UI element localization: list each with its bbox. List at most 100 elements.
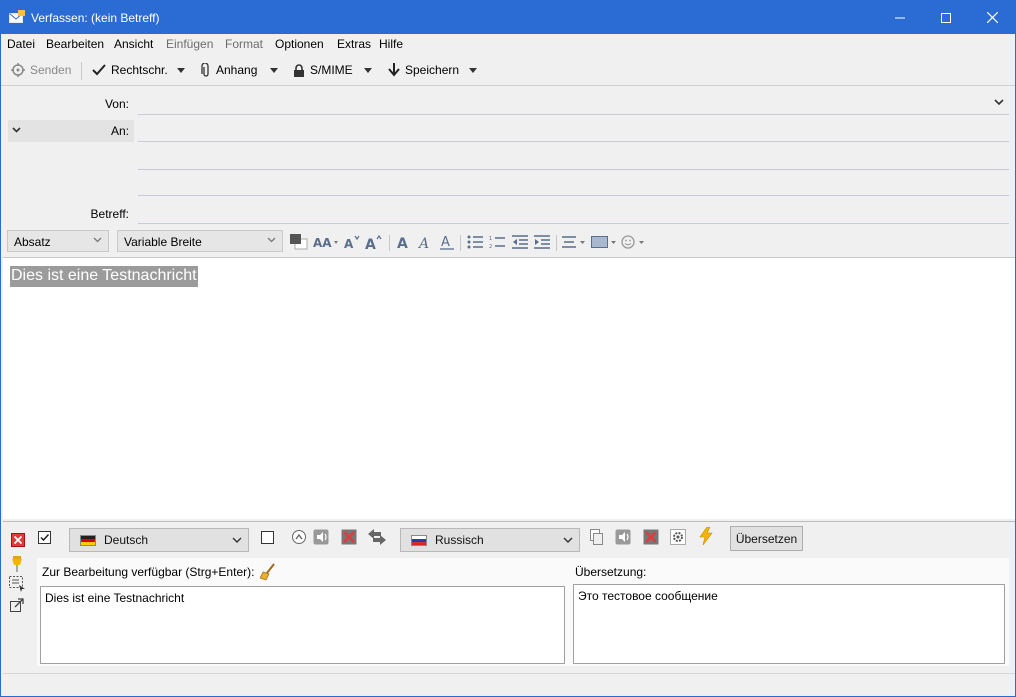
history-up-button[interactable] — [290, 528, 308, 546]
open-external-button[interactable] — [8, 596, 26, 614]
svg-text:A: A — [365, 237, 376, 250]
menu-einfuegen[interactable]: Einfügen — [166, 37, 213, 51]
paragraph-style-value: Absatz — [14, 235, 51, 249]
insert-image-button[interactable] — [591, 233, 617, 251]
checkbox-checked-icon — [38, 531, 51, 544]
selected-body-text[interactable]: Dies ist eine Testnachricht — [10, 266, 198, 287]
title-bar[interactable]: Verfassen: (kein Betreff) — [1, 1, 1015, 34]
translator-settings-button[interactable] — [669, 528, 687, 546]
recipient-field-2[interactable] — [138, 169, 1009, 170]
smime-label: S/MIME — [310, 63, 353, 77]
indent-button[interactable] — [533, 233, 551, 251]
swap-languages-button[interactable] — [368, 528, 386, 546]
source-language-select[interactable]: Deutsch — [69, 528, 249, 552]
spellcheck-button[interactable]: Rechtschr. — [92, 60, 168, 80]
source-text-label: Zur Bearbeitung verfügbar (Strg+Enter): — [42, 565, 255, 579]
font-larger-button[interactable]: A — [365, 233, 385, 251]
select-text-button[interactable] — [8, 575, 26, 593]
menu-format[interactable]: Format — [225, 37, 263, 51]
menu-ansicht[interactable]: Ansicht — [114, 37, 153, 51]
bold-button[interactable]: A — [395, 233, 411, 251]
align-button[interactable] — [562, 233, 586, 251]
outdent-button[interactable] — [511, 233, 529, 251]
from-chevron-down-icon[interactable] — [994, 99, 1004, 106]
compose-window: Verfassen: (kein Betreff) Datei Bearbeit… — [0, 0, 1016, 697]
gear-icon — [670, 529, 686, 545]
menu-extras[interactable]: Extras — [337, 37, 371, 51]
to-field[interactable] — [138, 141, 1009, 142]
text-color-picker[interactable] — [289, 233, 309, 251]
menu-hilfe[interactable]: Hilfe — [379, 37, 403, 51]
font-family-select[interactable]: Variable Breite — [117, 230, 283, 252]
spellcheck-label: Rechtschr. — [111, 63, 168, 77]
close-red-icon — [11, 533, 25, 547]
chevron-down-icon — [270, 67, 278, 73]
font-size-button[interactable]: AA — [313, 233, 339, 251]
align-center-icon — [562, 236, 585, 248]
copy-icon — [590, 529, 603, 545]
recipient-field-3[interactable] — [138, 195, 1009, 196]
toolbar-separator — [81, 62, 82, 80]
pin-panel-button[interactable] — [8, 555, 26, 573]
lightning-icon — [699, 527, 713, 545]
underline-button[interactable]: A — [439, 233, 455, 251]
smime-button[interactable]: S/MIME — [293, 60, 353, 80]
chevron-down-icon — [267, 237, 276, 243]
close-panel-button[interactable] — [9, 531, 27, 549]
insert-smiley-button[interactable] — [621, 233, 647, 251]
clear-translation-button[interactable] — [642, 528, 660, 546]
send-button[interactable]: Senden — [11, 60, 71, 80]
subject-field[interactable] — [138, 223, 1009, 224]
target-language-value: Russisch — [435, 533, 484, 547]
smime-dropdown[interactable] — [362, 62, 374, 78]
save-label: Speichern — [405, 63, 460, 77]
source-textarea[interactable]: Dies ist eine Testnachricht — [40, 586, 565, 664]
target-language-select[interactable]: Russisch — [400, 528, 580, 552]
menu-bearbeiten[interactable]: Bearbeiten — [46, 37, 104, 51]
svg-text:A: A — [397, 236, 408, 250]
auto-detect-checkbox[interactable] — [36, 529, 54, 547]
translation-textarea[interactable]: Это тестовое сообщение — [573, 584, 1005, 664]
copy-translation-button[interactable] — [587, 528, 605, 546]
format-separator — [460, 235, 461, 251]
paragraph-style-select[interactable]: Absatz — [7, 230, 109, 252]
speak-translation-button[interactable] — [614, 528, 632, 546]
translate-button[interactable]: Übersetzen — [730, 526, 803, 551]
numbered-list-icon: 12 — [489, 236, 505, 249]
from-field[interactable] — [138, 114, 1009, 115]
save-button[interactable]: Speichern — [388, 60, 459, 80]
close-button[interactable] — [969, 1, 1015, 34]
attach-button[interactable]: Anhang — [201, 60, 257, 80]
numbered-list-button[interactable]: 12 — [488, 233, 506, 251]
minimize-button[interactable] — [877, 1, 923, 34]
chevron-down-icon — [364, 67, 372, 73]
format-separator — [389, 235, 390, 251]
compose-mail-icon — [9, 10, 25, 23]
speak-source-button[interactable] — [312, 528, 330, 546]
send-icon — [11, 63, 25, 77]
spellcheck-dropdown[interactable] — [175, 62, 187, 78]
translation-label: Übersetzung: — [575, 565, 647, 579]
bullet-list-button[interactable] — [466, 233, 484, 251]
select-area-icon — [9, 576, 25, 592]
menu-datei[interactable]: Datei — [7, 37, 35, 51]
quick-translate-button[interactable] — [697, 527, 715, 545]
external-link-icon — [10, 598, 24, 612]
maximize-icon — [941, 12, 951, 23]
maximize-button[interactable] — [923, 1, 969, 34]
compose-toolbar: Senden Rechtschr. Anhang S/MIME Speicher… — [1, 56, 1015, 84]
save-dropdown[interactable] — [467, 62, 479, 78]
clear-source-button[interactable] — [340, 528, 358, 546]
broom-icon[interactable] — [260, 563, 276, 581]
recipient-type-selector[interactable]: An: — [8, 120, 134, 142]
download-arrow-icon — [388, 63, 400, 77]
swap-checkbox[interactable] — [261, 531, 274, 544]
message-body-editor[interactable]: Dies ist eine Testnachricht — [3, 257, 1015, 519]
menu-optionen[interactable]: Optionen — [275, 37, 324, 51]
font-smaller-button[interactable]: A — [344, 233, 362, 251]
italic-button[interactable]: A — [417, 233, 433, 251]
svg-text:2: 2 — [489, 244, 492, 249]
menu-bar: Datei Bearbeiten Ansicht Einfügen Format… — [1, 34, 1015, 54]
attach-dropdown[interactable] — [268, 62, 280, 78]
chevron-down-icon — [469, 67, 477, 73]
